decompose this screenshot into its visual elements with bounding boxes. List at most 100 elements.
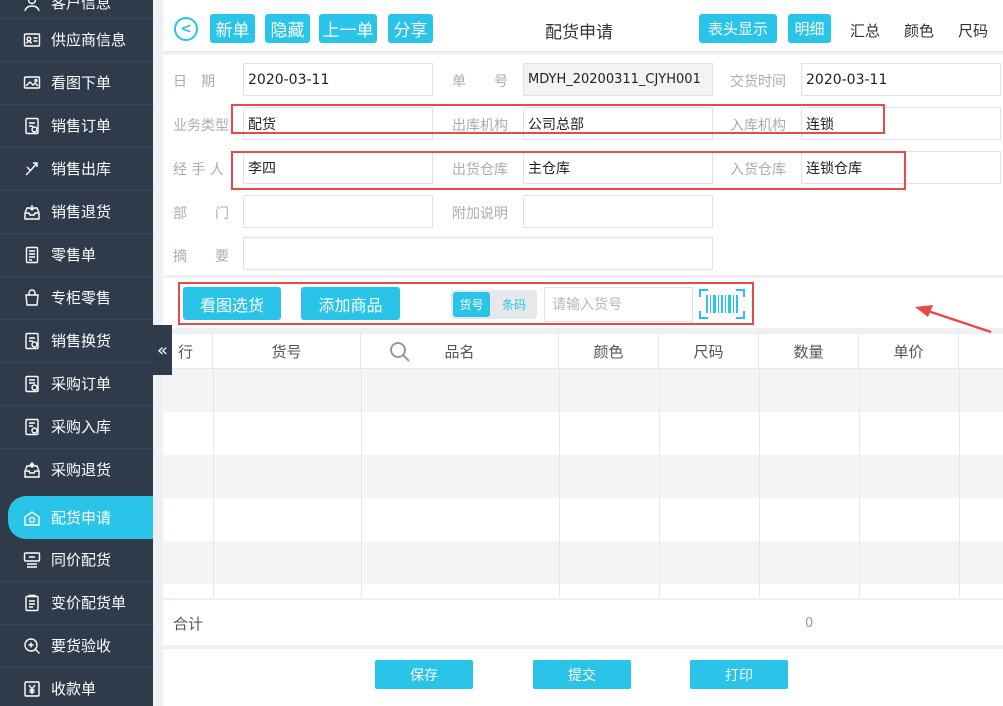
mode-barcode[interactable]: 条码 [495,292,533,317]
sidebar-item-inspect[interactable]: 要货验收 [0,624,153,667]
sidebar-item-purchase-order[interactable]: 采购订单 [0,362,153,405]
in-org-label: 入库机构 [730,118,786,134]
sidebar-item-sales-return[interactable]: 销售退货 [0,190,153,233]
sidebar-item-label: 收款单 [51,680,97,698]
sidebar-item-distribution-request[interactable]: 配货申请 [8,496,153,539]
sidebar-item-label: 采购订单 [51,375,112,393]
handler-field[interactable]: 李四 [243,151,433,184]
sidebar-item-supplier[interactable]: 供应商信息 [0,18,153,61]
sidebar-item-label: 变价配货单 [51,594,127,612]
print-button[interactable]: 打印 [690,660,788,689]
date-label: 日 期 [173,74,215,90]
out-warehouse-label: 出货仓库 [452,162,508,178]
collapse-sidebar-button[interactable]: « [153,325,172,375]
sidebar-item-same-price[interactable]: 同价配货 [0,538,153,581]
out-org-label: 出库机构 [452,118,508,134]
sidebar-item-label: 采购退货 [51,461,112,479]
sidebar-item-sales-order[interactable]: 销售订单 [0,104,153,147]
tab-detail[interactable]: 明细 [788,14,831,43]
prev-order-button[interactable]: 上一单 [319,14,377,43]
chevron-left-icon: < [180,21,192,37]
sidebar-item-receipt[interactable]: 收款单 [0,667,153,706]
image-order-icon [23,74,41,92]
add-goods-button[interactable]: 添加商品 [301,287,400,320]
summary-label: 摘 要 [173,249,229,265]
tab-color[interactable]: 颜色 [904,20,934,41]
column-header-product-name: 品名 [361,334,559,369]
sidebar-item-label: 客户信息 [51,0,112,12]
tab-size[interactable]: 尺码 [958,20,988,41]
sidebar-item-sales-out[interactable]: 销售出库 [0,147,153,190]
in-warehouse-label: 入货仓库 [730,162,786,178]
note-label: 附加说明 [452,206,508,222]
sidebar-item-purchase-in[interactable]: 采购入库 [0,405,153,448]
sidebar-item-label: 销售出库 [51,160,112,178]
customer-icon [23,0,41,12]
barcode-scan-icon[interactable] [699,289,745,319]
column-header-item-code[interactable]: 货号 [213,334,410,369]
double-chevron-left-icon: « [156,339,168,361]
summary-field[interactable] [243,237,713,270]
note-field[interactable] [523,195,713,228]
sidebar-item-label: 零售单 [51,246,97,264]
in-org-field[interactable]: 连锁 [801,107,1001,140]
delivery-time-label: 交货时间 [730,74,786,90]
sidebar-item-sales-exchange[interactable]: 销售换货 [0,319,153,362]
item-code-input-wrapper [544,287,693,322]
column-divider [859,369,860,598]
sidebar-item-label: 配货申请 [51,509,112,527]
sidebar-item-price-change[interactable]: 变价配货单 [0,581,153,624]
header-show-button[interactable]: 表头显示 [699,14,777,43]
out-org-field[interactable]: 公司总部 [523,107,713,140]
item-code-input[interactable] [545,288,692,321]
column-divider [659,369,660,598]
column-divider [559,369,560,598]
distribution-icon [23,509,41,527]
sidebar-item-label: 看图下单 [51,74,112,92]
receipt-yen-icon [23,680,41,698]
save-button[interactable]: 保存 [375,660,473,689]
biz-type-label: 业务类型 [173,118,229,134]
sidebar-item-image-order[interactable]: 看图下单 [0,61,153,104]
column-header-color: 颜色 [559,334,659,369]
delivery-time-field[interactable]: 2020-03-11 [801,63,1001,96]
mode-item-code[interactable]: 货号 [453,292,490,317]
sidebar-item-counter-retail[interactable]: 专柜零售 [0,276,153,319]
column-header-size: 尺码 [659,334,759,369]
table-row [163,455,1003,498]
hide-button[interactable]: 隐藏 [265,14,310,43]
sidebar-item-purchase-return[interactable]: 采购退货 [0,448,153,491]
toolbar: < 新单 隐藏 上一单 分享 配货申请 表头显示 明细 汇总 颜色 尺码 [163,0,1003,52]
sidebar-item-label: 供应商信息 [51,31,127,49]
dept-label: 部 门 [173,206,229,222]
in-warehouse-field[interactable]: 连锁仓库 [801,151,1001,184]
date-field[interactable]: 2020-03-11 [243,63,433,96]
column-header-quantity: 数量 [759,334,859,369]
table-row [163,498,1003,541]
goods-toolbar: 看图选货 添加商品 货号 条码 [163,278,1003,328]
back-button[interactable]: < [174,17,198,41]
out-warehouse-field[interactable]: 主仓库 [523,151,713,184]
sidebar-item-label: 销售换货 [51,332,112,350]
total-quantity: 0 [805,616,814,631]
sidebar-item-label: 要货验收 [51,637,112,655]
pick-by-image-button[interactable]: 看图选货 [183,287,281,320]
retail-icon [23,246,41,264]
biz-type-field[interactable]: 配货 [243,107,433,140]
submit-button[interactable]: 提交 [533,660,631,689]
dept-field[interactable] [243,195,433,228]
annotation-arrow [915,305,992,334]
sales-order-icon [23,117,41,135]
sidebar-item-label: 同价配货 [51,551,112,569]
tab-summary[interactable]: 汇总 [850,20,880,41]
footer-actions: 保存 提交 打印 [163,649,1003,706]
sidebar-item-retail[interactable]: 零售单 [0,233,153,276]
new-order-button[interactable]: 新单 [210,14,255,43]
main-content: < 新单 隐藏 上一单 分享 配货申请 表头显示 明细 汇总 颜色 尺码 日 期… [163,0,1003,706]
column-divider [959,369,960,598]
table-row [163,541,1003,584]
share-button[interactable]: 分享 [388,14,433,43]
goods-table: 行 货号 品名 颜色 尺码 数量 单价 [163,334,1003,598]
column-divider [213,369,214,598]
table-header: 行 货号 品名 颜色 尺码 数量 单价 [163,334,1003,369]
